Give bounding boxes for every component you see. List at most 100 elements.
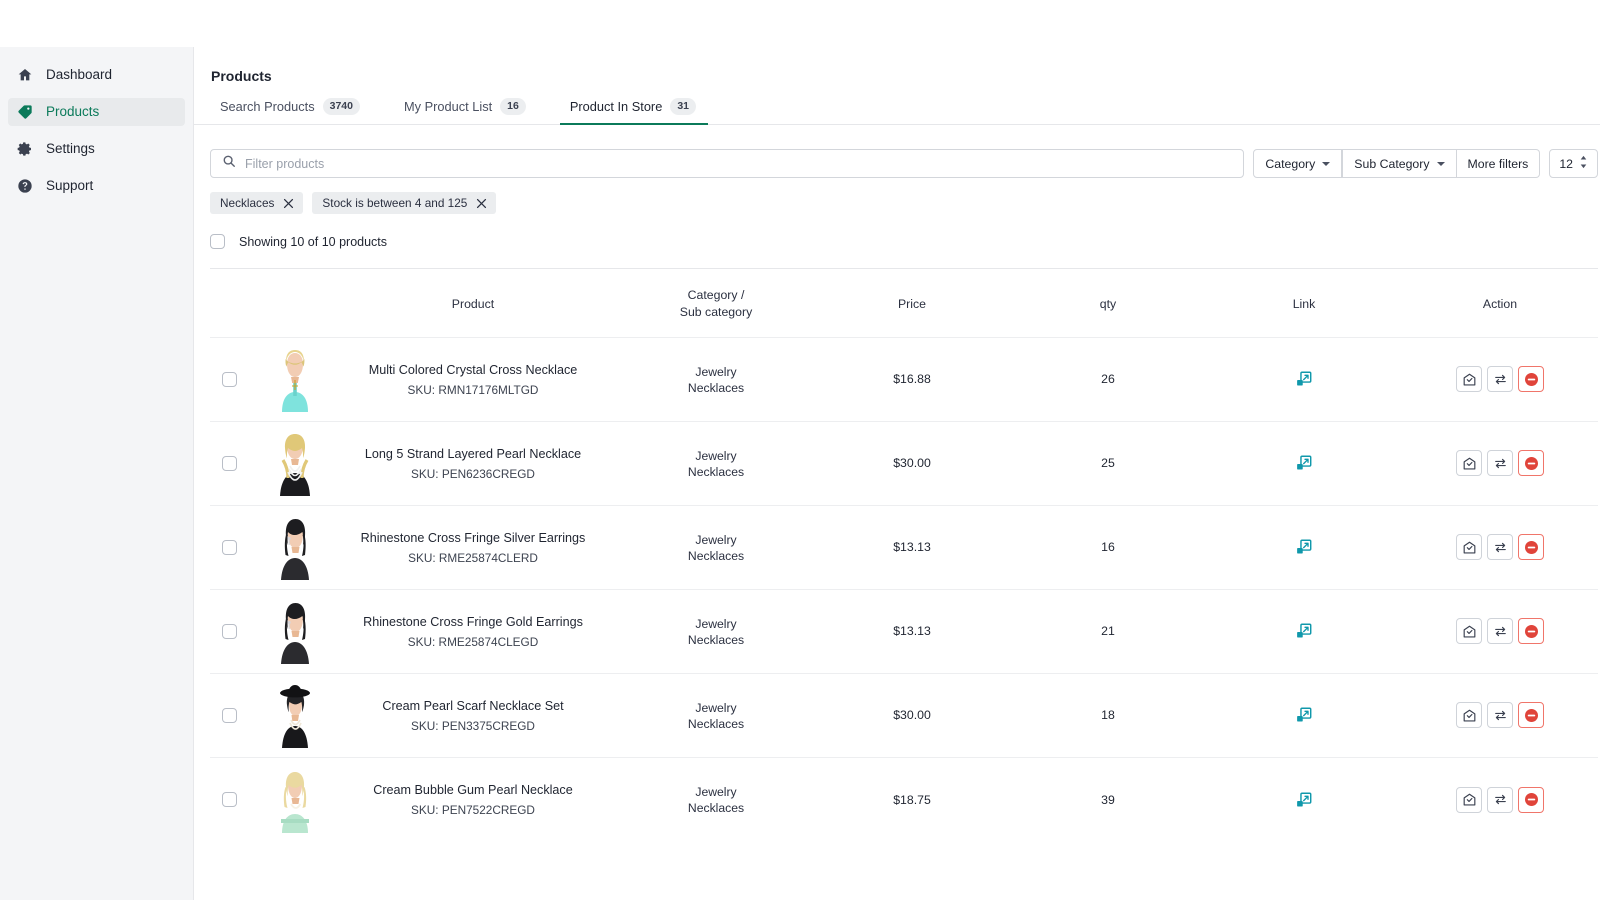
th-image [262, 269, 328, 337]
sidebar-item-dashboard[interactable]: Dashboard [8, 61, 185, 89]
remove-button[interactable] [1518, 702, 1544, 728]
showing-count-label: Showing 10 of 10 products [239, 235, 387, 249]
product-category: Jewelry [618, 364, 814, 381]
in-store-check-button[interactable] [1456, 450, 1482, 476]
table-row: Multi Colored Crystal Cross Necklace SKU… [210, 337, 1598, 421]
sidebar-item-label: Products [46, 105, 99, 119]
external-link-icon[interactable] [1206, 623, 1402, 639]
remove-button[interactable] [1518, 366, 1544, 392]
select-all-checkbox[interactable] [210, 234, 225, 249]
sidebar: Dashboard Products [0, 47, 194, 900]
row-checkbox[interactable] [222, 624, 237, 639]
cell-link [1206, 421, 1402, 505]
stepper-updown-icon [1579, 155, 1588, 172]
tab-product-in-store[interactable]: Product In Store 31 [560, 98, 708, 124]
sidebar-item-settings[interactable]: Settings [8, 135, 185, 163]
product-qty: 21 [1010, 624, 1206, 638]
swap-button[interactable] [1487, 366, 1513, 392]
filter-button-group: Category Sub Category More filters [1253, 149, 1540, 178]
cell-thumbnail [262, 673, 328, 757]
sidebar-gap [0, 126, 193, 135]
remove-button[interactable] [1518, 618, 1544, 644]
external-link-icon[interactable] [1206, 455, 1402, 471]
cell-product: Long 5 Strand Layered Pearl Necklace SKU… [328, 421, 618, 505]
remove-button[interactable] [1518, 450, 1544, 476]
row-checkbox[interactable] [222, 456, 237, 471]
close-icon[interactable] [476, 198, 487, 209]
product-name: Rhinestone Cross Fringe Silver Earrings [328, 530, 618, 548]
in-store-check-button[interactable] [1456, 787, 1482, 813]
row-action-group [1402, 618, 1598, 644]
cell-price: $16.88 [814, 337, 1010, 421]
external-link-icon[interactable] [1206, 539, 1402, 555]
sidebar-item-products[interactable]: Products [8, 98, 185, 126]
table-row: Rhinestone Cross Fringe Gold Earrings SK… [210, 589, 1598, 673]
product-sku: SKU: RME25874CLERD [328, 551, 618, 565]
product-sku: SKU: RMN17176MLTGD [328, 383, 618, 397]
product-sub-category: Necklaces [618, 717, 814, 731]
in-store-check-button[interactable] [1456, 366, 1482, 392]
page-size-stepper[interactable]: 12 [1549, 149, 1598, 178]
product-thumbnail [269, 514, 321, 580]
category-dropdown-button[interactable]: Category [1253, 149, 1342, 178]
cell-checkbox [210, 505, 262, 589]
product-thumbnail [269, 767, 321, 833]
sidebar-item-support[interactable]: Support [8, 172, 185, 200]
cell-thumbnail [262, 505, 328, 589]
row-action-group [1402, 366, 1598, 392]
remove-button[interactable] [1518, 787, 1544, 813]
product-sku: SKU: PEN7522CREGD [328, 803, 618, 817]
help-circle-icon [16, 178, 33, 195]
th-category: Category / Sub category [618, 269, 814, 337]
swap-button[interactable] [1487, 787, 1513, 813]
window-top-strip [0, 0, 1600, 47]
cell-price: $13.13 [814, 589, 1010, 673]
product-thumbnail [269, 682, 321, 748]
swap-button[interactable] [1487, 534, 1513, 560]
product-name: Cream Pearl Scarf Necklace Set [328, 698, 618, 716]
product-category: Jewelry [618, 448, 814, 465]
tab-my-product-list[interactable]: My Product List 16 [394, 98, 538, 124]
in-store-check-button[interactable] [1456, 618, 1482, 644]
swap-button[interactable] [1487, 702, 1513, 728]
sidebar-item-label: Settings [46, 142, 95, 156]
product-name: Multi Colored Crystal Cross Necklace [328, 362, 618, 380]
filter-toolbar: Category Sub Category More filters 12 [210, 125, 1598, 178]
external-link-icon[interactable] [1206, 792, 1402, 808]
remove-button[interactable] [1518, 534, 1544, 560]
cell-thumbnail [262, 337, 328, 421]
product-qty: 16 [1010, 540, 1206, 554]
search-input[interactable] [245, 157, 1232, 171]
swap-button[interactable] [1487, 618, 1513, 644]
filter-chip[interactable]: Necklaces [210, 192, 303, 214]
page-title: Products [194, 47, 1600, 84]
more-filters-button[interactable]: More filters [1457, 149, 1541, 178]
in-store-check-button[interactable] [1456, 702, 1482, 728]
sub-category-dropdown-button[interactable]: Sub Category [1342, 149, 1456, 178]
tab-search-products[interactable]: Search Products 3740 [210, 98, 372, 124]
row-checkbox[interactable] [222, 372, 237, 387]
app-shell: Dashboard Products [0, 47, 1600, 900]
table-header: Product Category / Sub category Price qt… [210, 269, 1598, 337]
product-qty: 26 [1010, 372, 1206, 386]
external-link-icon[interactable] [1206, 371, 1402, 387]
external-link-icon[interactable] [1206, 707, 1402, 723]
swap-button[interactable] [1487, 450, 1513, 476]
main-content: Products Search Products 3740 My Product… [194, 47, 1600, 900]
in-store-check-button[interactable] [1456, 534, 1482, 560]
filter-search-box[interactable] [210, 149, 1244, 178]
cell-link [1206, 337, 1402, 421]
cell-category: Jewelry Necklaces [618, 505, 814, 589]
product-price: $16.88 [814, 372, 1010, 386]
table-body: Multi Colored Crystal Cross Necklace SKU… [210, 337, 1598, 841]
filter-chip[interactable]: Stock is between 4 and 125 [312, 192, 496, 214]
close-icon[interactable] [283, 198, 294, 209]
cell-category: Jewelry Necklaces [618, 757, 814, 841]
row-checkbox[interactable] [222, 540, 237, 555]
sidebar-gap [0, 163, 193, 172]
row-checkbox[interactable] [222, 708, 237, 723]
sidebar-item-label: Dashboard [46, 68, 112, 82]
row-checkbox[interactable] [222, 792, 237, 807]
cell-action [1402, 337, 1598, 421]
cell-action [1402, 589, 1598, 673]
